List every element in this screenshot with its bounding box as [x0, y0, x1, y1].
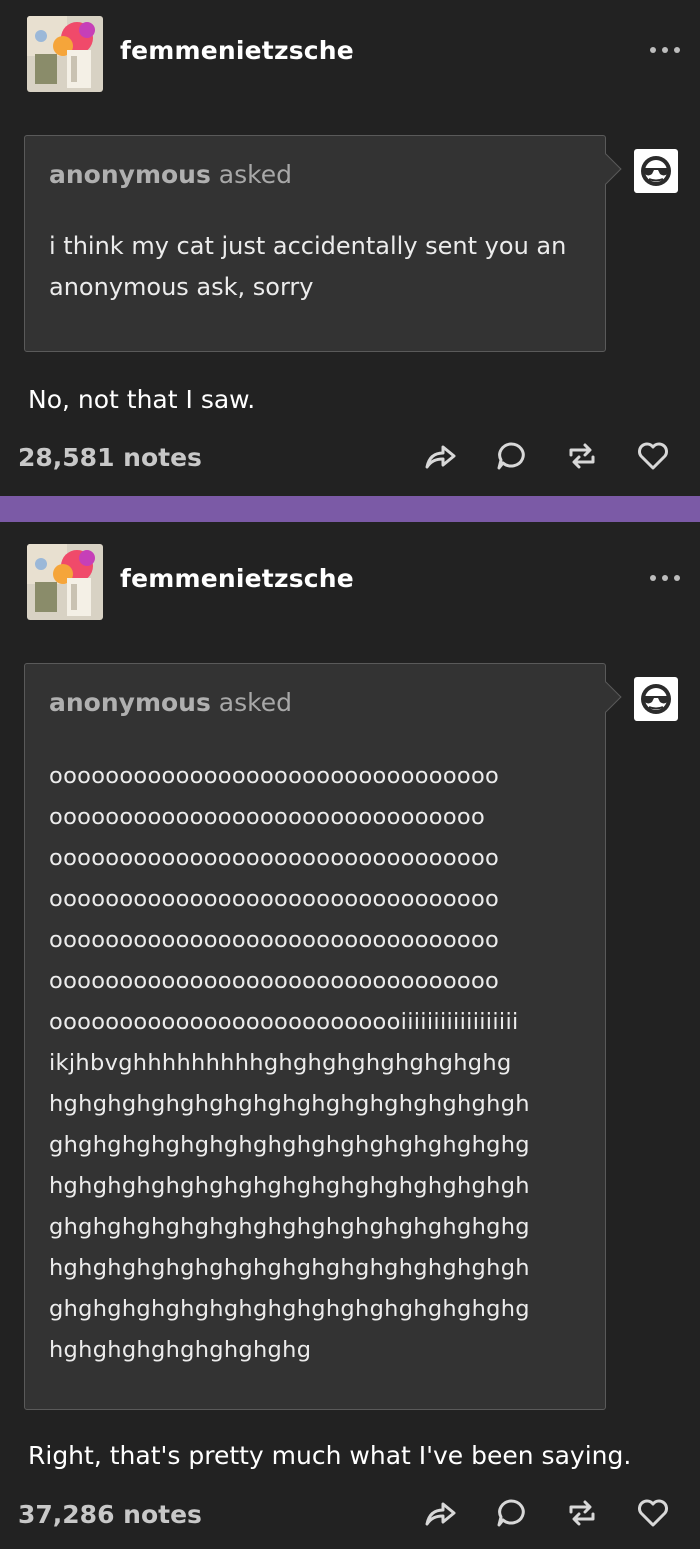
question-line: oooooooooooooooooooooooooiiiiiiiiiiiiiii…: [49, 1009, 519, 1035]
blog-username[interactable]: femmenietzsche: [120, 36, 354, 65]
post-footer: 37,286 notes: [0, 1496, 700, 1536]
ask-box-pointer: [590, 153, 622, 185]
post-header: femmenietzsche: [0, 0, 700, 110]
reply-icon[interactable]: [494, 1496, 528, 1530]
blog-username[interactable]: femmenietzsche: [120, 564, 354, 593]
answer-text: No, not that I saw.: [28, 385, 256, 414]
question-text: oooooooooooooooooooooooooooooooo ooooooo…: [49, 756, 589, 1371]
post-header: femmenietzsche: [0, 528, 700, 638]
ask-box-pointer: [590, 681, 622, 713]
post-2: femmenietzsche anonymous asked ooooooooo…: [0, 528, 700, 1549]
blog-avatar[interactable]: [27, 544, 103, 620]
answer-text: Right, that's pretty much what I've been…: [28, 1441, 632, 1470]
post-actions: [423, 1496, 670, 1530]
question-line: ooooooooooooooooooooooooooooooo: [49, 804, 486, 830]
notes-count[interactable]: 37,286 notes: [18, 1500, 202, 1529]
post-1: femmenietzsche anonymous asked i think m…: [0, 0, 700, 496]
asker-line: anonymous asked: [49, 688, 292, 717]
reblog-icon[interactable]: [565, 439, 599, 473]
share-icon[interactable]: [423, 439, 457, 473]
question-line: oooooooooooooooooooooooooooooooo: [49, 763, 500, 789]
heart-icon[interactable]: [636, 439, 670, 473]
post-actions: [423, 439, 670, 473]
question-line: ikjhbvghhhhhhhhhghghghghghghghghg: [49, 1050, 512, 1076]
anonymous-sunglasses-icon: [634, 149, 678, 193]
question-line: ghghghghghghghghghghghghghghghghg: [49, 1132, 530, 1158]
asked-label: asked: [218, 688, 292, 717]
question-line: hghghghghghghghghg: [49, 1337, 312, 1363]
notes-count[interactable]: 28,581 notes: [18, 443, 202, 472]
question-line: hghghghghghghghghghghghghghghghgh: [49, 1255, 530, 1281]
anonymous-sunglasses-icon: [634, 677, 678, 721]
blog-avatar[interactable]: [27, 16, 103, 92]
asker-name: anonymous: [49, 160, 211, 189]
question-line: hghghghghghghghghghghghghghghghgh: [49, 1173, 530, 1199]
more-options-icon[interactable]: [650, 40, 680, 60]
asker-line: anonymous asked: [49, 160, 292, 189]
question-line: anonymous ask, sorry: [49, 273, 314, 301]
heart-icon[interactable]: [636, 1496, 670, 1530]
post-divider: [0, 496, 700, 522]
reblog-icon[interactable]: [565, 1496, 599, 1530]
question-text: i think my cat just accidentally sent yo…: [49, 226, 589, 308]
question-line: i think my cat just accidentally sent yo…: [49, 232, 567, 260]
ask-box: anonymous asked oooooooooooooooooooooooo…: [24, 663, 622, 1410]
question-line: oooooooooooooooooooooooooooooooo: [49, 886, 500, 912]
asker-name: anonymous: [49, 688, 211, 717]
share-icon[interactable]: [423, 1496, 457, 1530]
question-line: hghghghghghghghghghghghghghghghgh: [49, 1091, 530, 1117]
question-line: ghghghghghghghghghghghghghghghghg: [49, 1214, 530, 1240]
ask-box: anonymous asked i think my cat just acci…: [24, 135, 622, 352]
question-line: oooooooooooooooooooooooooooooooo: [49, 845, 500, 871]
asked-label: asked: [218, 160, 292, 189]
question-line: oooooooooooooooooooooooooooooooo: [49, 927, 500, 953]
post-footer: 28,581 notes: [0, 439, 700, 479]
more-options-icon[interactable]: [650, 568, 680, 588]
question-line: oooooooooooooooooooooooooooooooo: [49, 968, 500, 994]
reply-icon[interactable]: [494, 439, 528, 473]
question-line: ghghghghghghghghghghghghghghghghg: [49, 1296, 530, 1322]
